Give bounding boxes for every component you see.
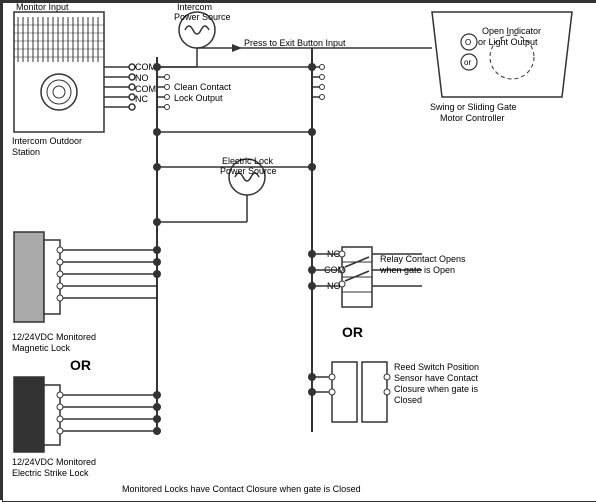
open-indicator-label: Open Indicator [482, 26, 541, 36]
svg-text:Power Source: Power Source [174, 12, 231, 22]
monitor-input-label: Monitor Input [16, 2, 69, 12]
or-label-top: OR [70, 357, 91, 373]
intercom-power-source-label: Intercom [177, 2, 212, 12]
magnetic-lock-label: 12/24VDC Monitored [12, 332, 96, 342]
svg-text:NC: NC [135, 94, 148, 104]
svg-text:Closure when gate is: Closure when gate is [394, 384, 479, 394]
motor-controller-label: Swing or Sliding Gate [430, 102, 517, 112]
svg-text:Station: Station [12, 147, 40, 157]
svg-text:NO: NO [135, 73, 149, 83]
press-to-exit-label: Press to Exit Button Input [244, 38, 346, 48]
svg-text:COM: COM [135, 62, 156, 72]
svg-text:Motor Controller: Motor Controller [440, 113, 505, 123]
relay-contact-label: Relay Contact Opens [380, 254, 466, 264]
intercom-outdoor-station-label: Intercom Outdoor [12, 136, 82, 146]
or-label-bottom: OR [342, 324, 363, 340]
svg-text:COM: COM [135, 84, 156, 94]
wiring-diagram: Monitor Input COM NO COM NC Intercom Out… [0, 0, 596, 500]
electric-strike-label: 12/24VDC Monitored [12, 457, 96, 467]
reed-switch-label: Reed Switch Position [394, 362, 479, 372]
clean-contact-label: Clean Contact [174, 82, 232, 92]
svg-text:O: O [465, 38, 471, 47]
svg-text:Lock Output: Lock Output [174, 93, 223, 103]
svg-text:or Light Output: or Light Output [478, 37, 538, 47]
bottom-note: Monitored Locks have Contact Closure whe… [122, 484, 361, 494]
svg-text:or: or [464, 58, 471, 67]
svg-text:Magnetic Lock: Magnetic Lock [12, 343, 71, 353]
svg-text:Closed: Closed [394, 395, 422, 405]
svg-text:Electric Strike Lock: Electric Strike Lock [12, 468, 89, 478]
svg-text:when gate is Open: when gate is Open [379, 265, 455, 275]
electric-lock-power-label: Electric Lock [222, 156, 274, 166]
svg-text:Sensor have Contact: Sensor have Contact [394, 373, 479, 383]
